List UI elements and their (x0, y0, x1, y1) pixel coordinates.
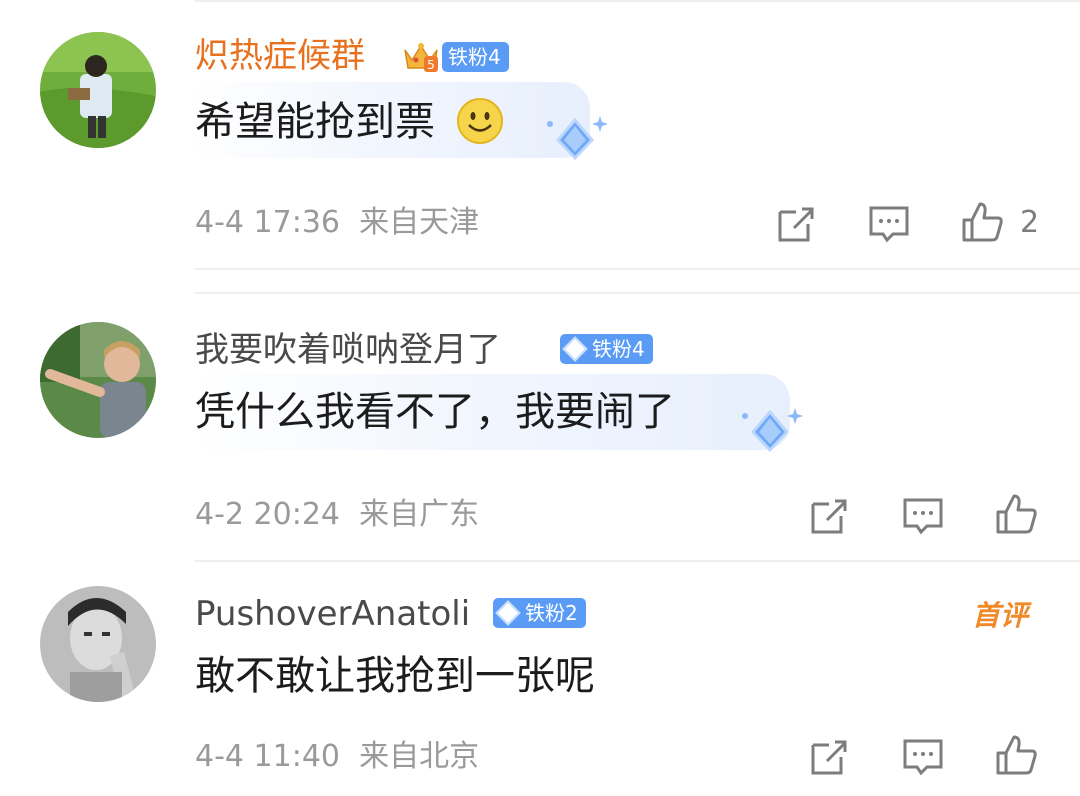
timestamp: 4-2 20:24 来自广东 (195, 497, 480, 532)
comment-item: PushoverAnatoli 铁粉2 首评 敢不敢让我抢到一张呢 4-4 11… (0, 562, 1080, 796)
crown-icon: 5 (404, 43, 438, 72)
comment-icon[interactable] (901, 735, 945, 779)
repost-icon[interactable] (774, 202, 818, 246)
smiley-emoji-icon (457, 98, 503, 144)
comment-item: 我要吹着唢呐登月了 铁粉4 凭什么我看不了，我要闹了 4-2 20:24 来自广… (0, 292, 1080, 560)
diamond-sparkle-icon (547, 116, 608, 161)
avatar[interactable] (40, 322, 156, 438)
comment-text: 凭什么我看不了，我要闹了 (195, 389, 675, 435)
svg-text:5: 5 (427, 58, 435, 72)
like-count: 2 (1020, 205, 1040, 240)
timestamp: 4-4 11:40 来自北京 (195, 739, 480, 774)
diamond-icon (562, 336, 588, 362)
like-icon[interactable] (994, 492, 1038, 536)
repost-icon[interactable] (807, 494, 851, 538)
divider (195, 268, 1080, 270)
comment-item: 炽热症候群 5 铁粉4 希望能抢到票 4-4 17:36 来自天津 2 (0, 0, 1080, 270)
comment-icon[interactable] (901, 494, 945, 538)
comment-text: 敢不敢让我抢到一张呢 (195, 653, 595, 699)
first-comment-badge: 首评 (972, 599, 1029, 632)
diamond-icon (495, 600, 521, 626)
avatar[interactable] (40, 32, 156, 148)
avatar[interactable] (40, 586, 156, 702)
fan-badge: 铁粉4 (442, 42, 509, 72)
comment-icon[interactable] (867, 202, 911, 246)
username[interactable]: 炽热症候群 (195, 36, 365, 76)
diamond-sparkle-icon (742, 408, 803, 453)
fan-badge: 铁粉4 (560, 334, 653, 364)
username[interactable]: 我要吹着唢呐登月了 (195, 330, 501, 370)
like-icon[interactable] (994, 733, 1038, 777)
username[interactable]: PushoverAnatoli (195, 594, 470, 634)
timestamp: 4-4 17:36 来自天津 (195, 205, 480, 240)
like-icon[interactable] (960, 200, 1004, 244)
comment-text: 希望能抢到票 (195, 99, 435, 145)
fan-badge: 铁粉2 (493, 598, 586, 628)
repost-icon[interactable] (807, 735, 851, 779)
